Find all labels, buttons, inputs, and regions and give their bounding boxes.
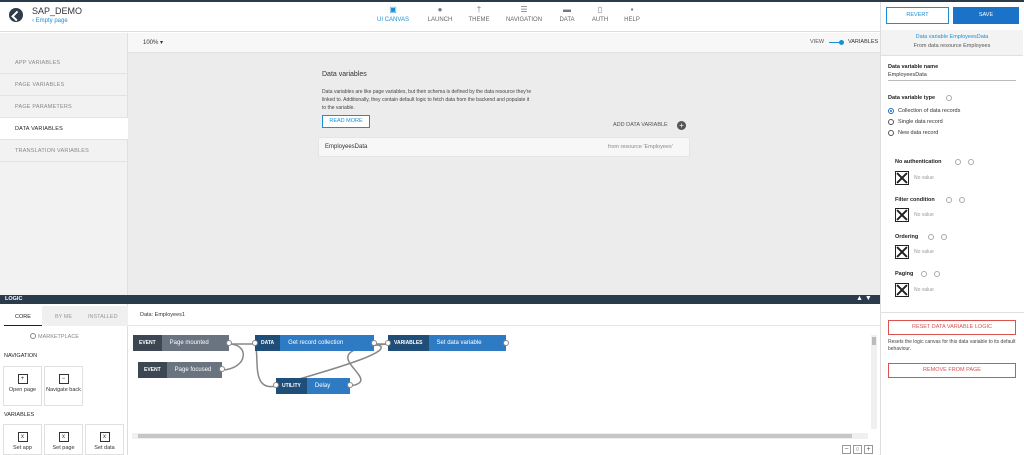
output-port[interactable] [371, 340, 377, 346]
input-port[interactable] [385, 340, 391, 346]
horizontal-scroll-thumb[interactable] [138, 434, 852, 438]
output-port[interactable] [226, 340, 232, 346]
node-delay[interactable]: UTILITY Delay [276, 378, 350, 394]
output-port[interactable] [503, 340, 509, 346]
output-port[interactable] [347, 382, 353, 388]
zoom-out-button[interactable]: − [842, 445, 851, 454]
node-set-data-variable[interactable]: VARIABLES Set data variable [388, 335, 506, 351]
zoom-in-button[interactable]: + [864, 445, 873, 454]
node-page-focused[interactable]: EVENT Page focused [138, 362, 222, 378]
output-port[interactable] [219, 366, 225, 372]
node-page-mounted[interactable]: EVENT Page mounted [133, 335, 229, 351]
input-port[interactable] [252, 340, 258, 346]
node-get-record-collection[interactable]: DATA Get record collection [255, 335, 374, 351]
vertical-scroll-thumb[interactable] [872, 337, 876, 345]
vertical-scrollbar[interactable] [871, 335, 877, 429]
zoom-reset-button[interactable]: ○ [853, 445, 862, 454]
input-port[interactable] [273, 382, 279, 388]
